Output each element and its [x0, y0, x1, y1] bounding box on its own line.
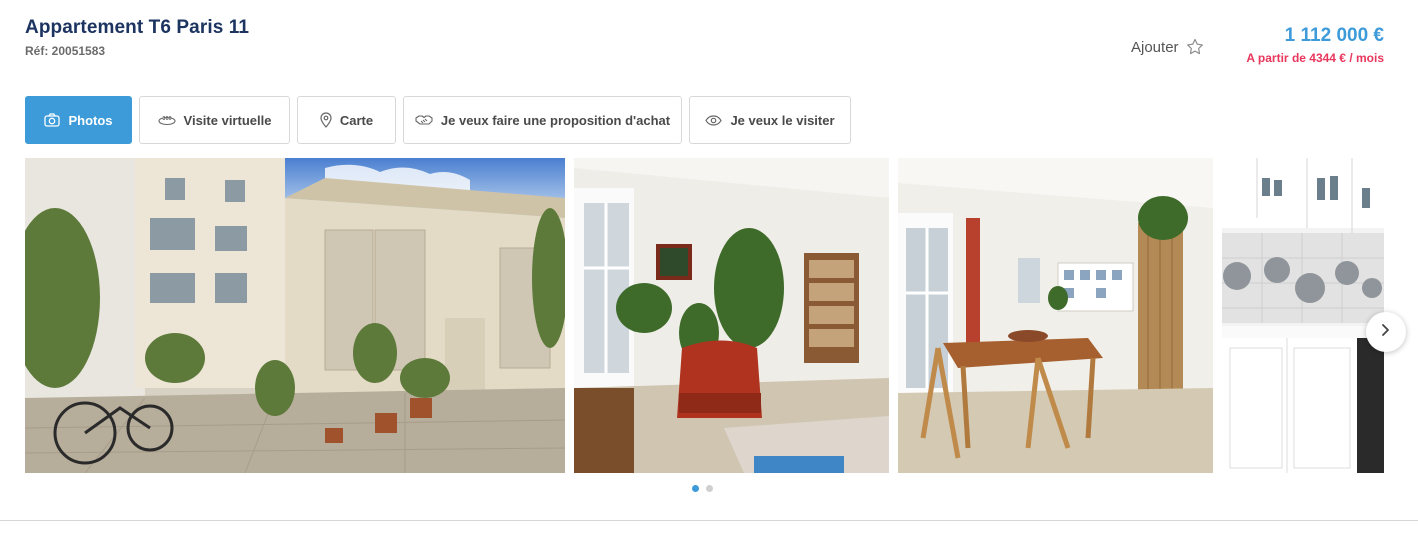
section-divider [0, 520, 1418, 521]
eye-icon [705, 114, 723, 126]
svg-text:360: 360 [162, 116, 171, 122]
pagination-dot-2[interactable] [706, 485, 713, 492]
monthly-payment: A partir de 4344 € / mois [1246, 51, 1384, 65]
gallery-next-button[interactable] [1366, 312, 1406, 352]
tab-photos[interactable]: Photos [25, 96, 132, 144]
map-pin-icon [320, 112, 332, 128]
camera-icon [44, 113, 61, 127]
pagination-dot-1[interactable] [692, 485, 699, 492]
tab-label: Photos [68, 112, 113, 128]
gallery-photo-living-room[interactable] [574, 158, 889, 473]
photo-gallery [25, 158, 1384, 473]
listing-price: 1 112 000 € [1284, 25, 1384, 46]
gallery-pagination [692, 485, 713, 492]
media-tabs: Photos 360 Visite virtuelle Carte Je veu… [25, 96, 851, 144]
gallery-photo-courtyard[interactable] [25, 158, 565, 473]
handshake-icon [415, 114, 433, 126]
listing-page: Appartement T6 Paris 11 Réf: 20051583 Aj… [0, 0, 1418, 544]
star-icon [1185, 37, 1205, 57]
chevron-right-icon [1381, 323, 1391, 342]
listing-title: Appartement T6 Paris 11 [25, 17, 250, 38]
tab-label: Carte [339, 112, 374, 128]
gallery-photo-dining-room[interactable] [898, 158, 1213, 473]
tab-label: Je veux faire une proposition d'achat [440, 112, 671, 128]
tab-purchase-offer[interactable]: Je veux faire une proposition d'achat [403, 96, 682, 144]
add-favorite-label: Ajouter [1131, 38, 1179, 56]
360-icon: 360 [157, 114, 176, 126]
tab-visit-request[interactable]: Je veux le visiter [689, 96, 851, 144]
tab-label: Visite virtuelle [183, 112, 272, 128]
tab-label: Je veux le visiter [730, 112, 835, 128]
tab-map[interactable]: Carte [297, 96, 396, 144]
gallery-photo-kitchen[interactable] [1222, 158, 1384, 473]
tab-virtual-tour[interactable]: 360 Visite virtuelle [139, 96, 290, 144]
listing-reference: Réf: 20051583 [25, 44, 106, 58]
add-favorite-button[interactable]: Ajouter [1131, 37, 1205, 57]
